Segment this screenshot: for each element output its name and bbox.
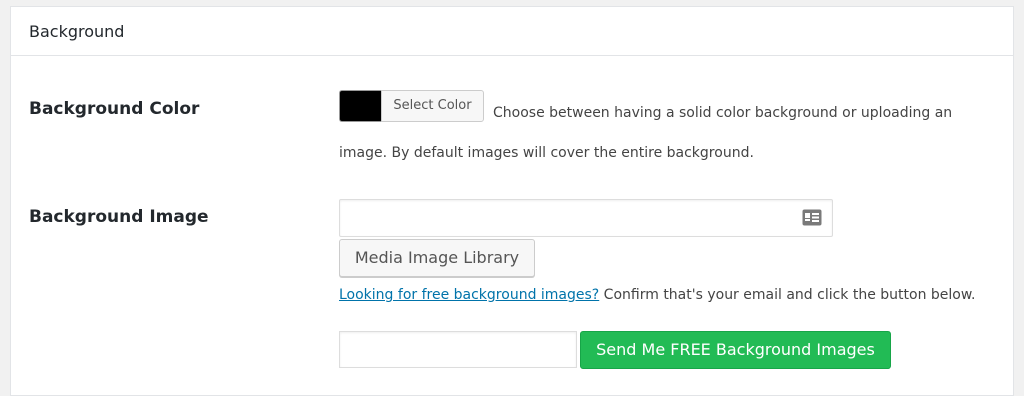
background-image-label: Background Image bbox=[29, 207, 209, 227]
background-image-url-field[interactable] bbox=[339, 199, 833, 237]
free-background-images-link[interactable]: Looking for free background images? bbox=[339, 287, 599, 303]
section-title: Background bbox=[11, 7, 1013, 56]
free-images-prompt: Looking for free background images? Conf… bbox=[339, 283, 979, 307]
background-color-label: Background Color bbox=[29, 99, 200, 119]
media-image-library-button[interactable]: Media Image Library bbox=[339, 239, 535, 277]
free-images-followup: Confirm that's your email and click the … bbox=[599, 287, 976, 303]
send-free-images-button[interactable]: Send Me FREE Background Images bbox=[580, 331, 891, 369]
background-settings-panel: Background Background Color Select Color… bbox=[10, 6, 1014, 396]
id-card-icon[interactable] bbox=[802, 209, 822, 226]
email-input[interactable] bbox=[339, 331, 577, 368]
background-color-description: Choose between having a solid color back… bbox=[339, 105, 953, 161]
